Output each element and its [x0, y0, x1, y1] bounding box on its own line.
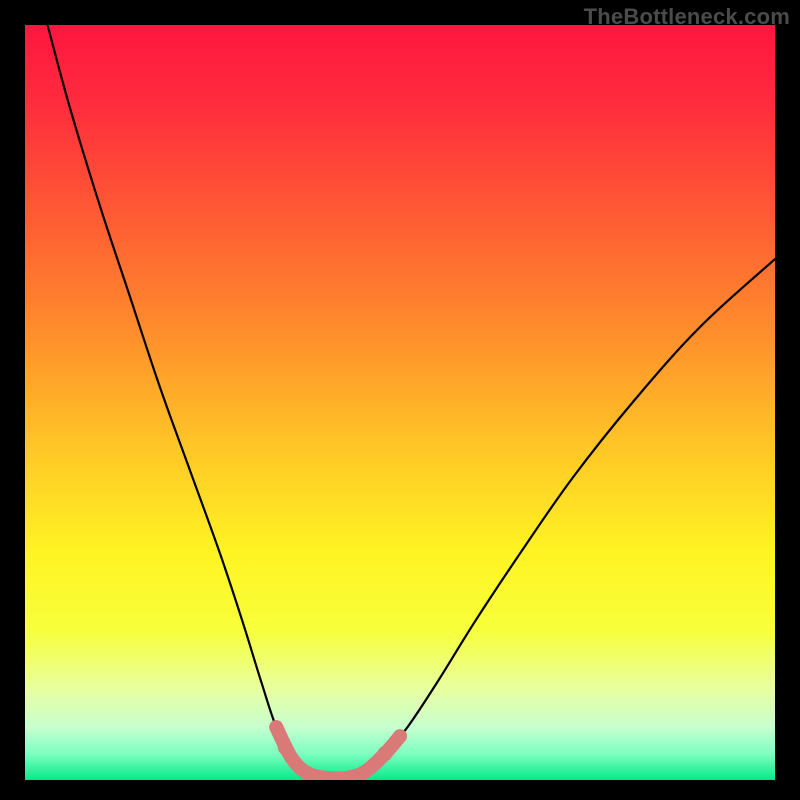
chart-stage: TheBottleneck.com — [0, 0, 800, 800]
highlight-marker — [269, 720, 283, 734]
highlight-marker — [278, 740, 293, 755]
highlight-marker — [378, 746, 393, 761]
highlight-marker — [393, 729, 407, 743]
chart-background — [25, 25, 775, 780]
watermark-label: TheBottleneck.com — [584, 4, 790, 30]
bottleneck-chart — [0, 0, 800, 800]
